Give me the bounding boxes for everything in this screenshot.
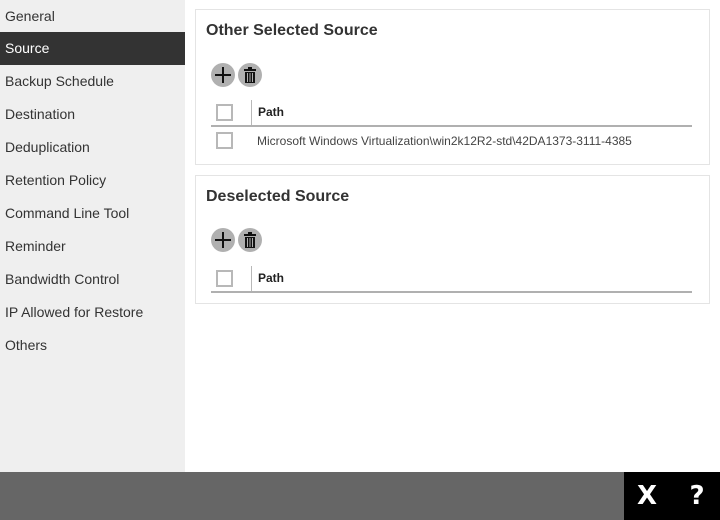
close-button[interactable]: X [634, 472, 660, 520]
sidebar-item-general[interactable]: General [0, 0, 185, 32]
sidebar-item-ip-allowed-for-restore[interactable]: IP Allowed for Restore [0, 296, 185, 329]
delete-source-button[interactable] [238, 63, 262, 87]
delete-deselected-button[interactable] [238, 228, 262, 252]
deselected-source-panel: Deselected Source Path [195, 175, 710, 304]
row-checkbox[interactable] [216, 132, 233, 149]
column-separator [251, 100, 252, 125]
trash-icon [243, 67, 257, 83]
panel-title: Other Selected Source [206, 22, 378, 39]
other-selected-source-panel: Other Selected Source Path Microsoft Win… [195, 9, 710, 165]
add-source-button[interactable] [211, 63, 235, 87]
row-path: Microsoft Windows Virtualization\win2k12… [257, 134, 632, 148]
sidebar-item-reminder[interactable]: Reminder [0, 230, 185, 263]
table-header: Path [211, 98, 692, 127]
sidebar-item-backup-schedule[interactable]: Backup Schedule [0, 65, 185, 98]
sidebar-item-bandwidth-control[interactable]: Bandwidth Control [0, 263, 185, 296]
add-deselected-button[interactable] [211, 228, 235, 252]
settings-sidebar: General Source Backup Schedule Destinati… [0, 0, 185, 472]
select-all-checkbox[interactable] [216, 104, 233, 121]
sidebar-item-source[interactable]: Source [0, 32, 185, 65]
select-all-checkbox[interactable] [216, 270, 233, 287]
deselected-source-table: Path [211, 264, 692, 293]
plus-icon [214, 66, 232, 84]
trash-icon [243, 232, 257, 248]
footer-actions: X ? [624, 472, 720, 520]
table-header: Path [211, 264, 692, 293]
main-content: Other Selected Source Path Microsoft Win… [185, 0, 720, 472]
column-separator [251, 266, 252, 291]
help-button[interactable]: ? [684, 472, 710, 520]
plus-icon [214, 231, 232, 249]
sidebar-item-destination[interactable]: Destination [0, 98, 185, 131]
sidebar-item-command-line-tool[interactable]: Command Line Tool [0, 197, 185, 230]
footer-bar: X ? [0, 472, 720, 520]
sidebar-item-retention-policy[interactable]: Retention Policy [0, 164, 185, 197]
column-header-path[interactable]: Path [258, 105, 284, 119]
sidebar-item-deduplication[interactable]: Deduplication [0, 131, 185, 164]
column-header-path[interactable]: Path [258, 271, 284, 285]
sidebar-item-others[interactable]: Others [0, 329, 185, 362]
table-row[interactable]: Microsoft Windows Virtualization\win2k12… [211, 127, 692, 155]
panel-title: Deselected Source [206, 188, 350, 205]
other-selected-source-table: Path Microsoft Windows Virtualization\wi… [211, 98, 692, 155]
